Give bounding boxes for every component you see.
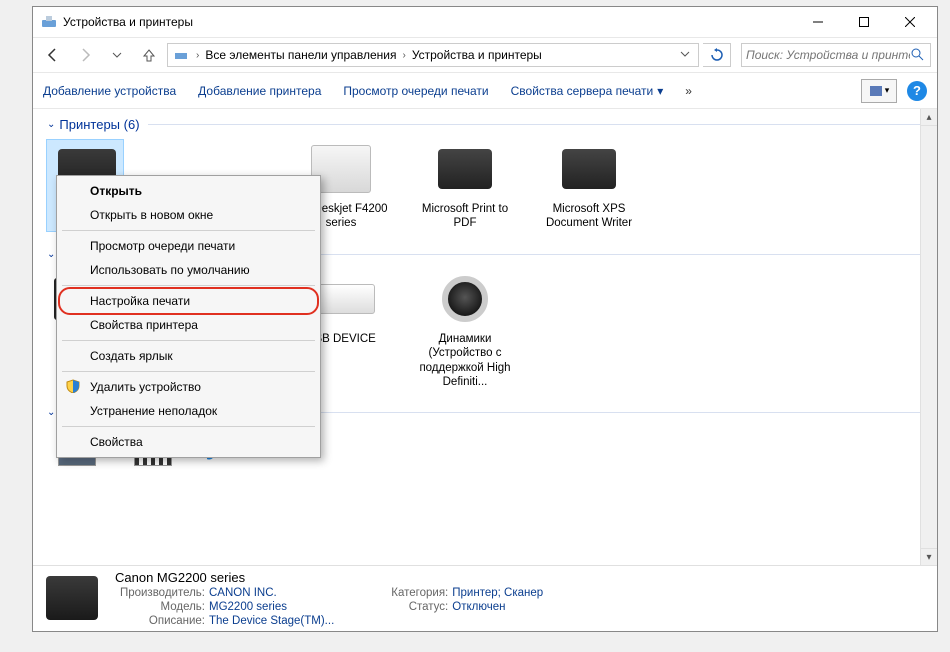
device-item[interactable]: Динамики (Устройство с поддержкой High D…	[411, 270, 519, 390]
ctx-troubleshoot[interactable]: Устранение неполадок	[60, 399, 317, 423]
chevron-right-icon: ›	[194, 50, 201, 61]
back-button[interactable]	[39, 41, 67, 69]
details-pane: Canon MG2200 series Производитель: CANON …	[33, 565, 937, 631]
details-value: Отключен	[452, 601, 505, 613]
group-divider	[148, 124, 937, 125]
ctx-separator	[62, 426, 315, 427]
ctx-properties[interactable]: Свойства	[60, 430, 317, 454]
printer-item[interactable]: Microsoft Print to PDF	[411, 140, 519, 231]
scroll-up-button[interactable]: ▴	[921, 109, 937, 126]
details-value: Принтер; Сканер	[452, 587, 543, 599]
details-key: Категория:	[358, 587, 448, 599]
ctx-printer-props[interactable]: Свойства принтера	[60, 313, 317, 337]
breadcrumb-seg-root[interactable]: Все элементы панели управления	[201, 48, 400, 62]
chevron-down-icon: ⌄	[47, 119, 55, 130]
details-key: Статус:	[358, 601, 448, 613]
chevron-down-icon: ⌄	[47, 249, 55, 260]
details-name: Canon MG2200 series	[115, 570, 543, 585]
ctx-shortcut[interactable]: Создать ярлык	[60, 344, 317, 368]
ctx-separator	[62, 340, 315, 341]
maximize-button[interactable]	[841, 7, 887, 37]
details-key: Модель:	[115, 601, 205, 613]
group-printers-count: (6)	[124, 117, 140, 132]
cmd-server-props[interactable]: Свойства сервера печати▾	[511, 84, 664, 98]
breadcrumb-path[interactable]: › Все элементы панели управления › Устро…	[167, 43, 699, 67]
command-bar: Добавление устройства Добавление принтер…	[33, 73, 937, 109]
printer-item[interactable]: Microsoft XPS Document Writer	[535, 140, 643, 231]
cmd-add-printer[interactable]: Добавление принтера	[198, 84, 321, 98]
scroll-down-button[interactable]: ▾	[921, 548, 937, 565]
ctx-open[interactable]: Открыть	[60, 179, 317, 203]
item-label: Динамики (Устройство с поддержкой High D…	[411, 332, 519, 390]
details-value: CANON INC.	[209, 587, 277, 599]
details-value: MG2200 series	[209, 601, 287, 613]
breadcrumb-root-icon[interactable]	[170, 49, 194, 61]
chevron-right-icon: ›	[400, 50, 407, 61]
history-dropdown[interactable]	[103, 41, 131, 69]
group-divider	[238, 412, 937, 413]
up-button[interactable]	[135, 41, 163, 69]
cmd-add-device[interactable]: Добавление устройства	[43, 84, 176, 98]
group-printers-label: Принтеры	[59, 117, 120, 132]
search-icon[interactable]	[910, 47, 926, 63]
ctx-separator	[62, 371, 315, 372]
ctx-queue[interactable]: Просмотр очереди печати	[60, 234, 317, 258]
close-button[interactable]	[887, 7, 933, 37]
forward-button[interactable]	[71, 41, 99, 69]
window-icon	[41, 14, 57, 30]
item-label: Microsoft XPS Document Writer	[535, 202, 643, 231]
ctx-print-setup[interactable]: Настройка печати	[60, 289, 317, 313]
search-input[interactable]	[746, 48, 910, 62]
shield-icon	[66, 379, 80, 393]
context-menu: Открыть Открыть в новом окне Просмотр оч…	[56, 175, 321, 458]
refresh-button[interactable]	[703, 43, 731, 67]
ctx-separator	[62, 230, 315, 231]
chevron-down-icon: ⌄	[47, 407, 55, 418]
view-mode-button[interactable]: ▾	[861, 79, 897, 103]
breadcrumb-seg-current[interactable]: Устройства и принтеры	[408, 48, 546, 62]
cmd-view-queue[interactable]: Просмотр очереди печати	[343, 84, 488, 98]
cmd-overflow[interactable]: »	[685, 84, 692, 98]
titlebar: Устройства и принтеры	[33, 7, 937, 37]
help-icon[interactable]: ?	[907, 81, 927, 101]
ctx-remove[interactable]: Удалить устройство	[60, 375, 317, 399]
address-bar: › Все элементы панели управления › Устро…	[33, 37, 937, 73]
vertical-scrollbar[interactable]: ▴ ▾	[920, 109, 937, 565]
details-thumbnail	[41, 570, 103, 626]
details-key: Описание:	[115, 615, 205, 627]
path-dropdown[interactable]	[674, 48, 696, 62]
group-printers-header[interactable]: ⌄ Принтеры (6)	[33, 109, 937, 136]
details-key: Производитель:	[115, 587, 205, 599]
ctx-separator	[62, 285, 315, 286]
ctx-open-new[interactable]: Открыть в новом окне	[60, 203, 317, 227]
ctx-default[interactable]: Использовать по умолчанию	[60, 258, 317, 282]
window-title: Устройства и принтеры	[63, 15, 795, 29]
details-value: The Device Stage(TM)...	[209, 615, 334, 627]
search-box[interactable]	[741, 43, 931, 67]
minimize-button[interactable]	[795, 7, 841, 37]
item-label: Microsoft Print to PDF	[411, 202, 519, 231]
